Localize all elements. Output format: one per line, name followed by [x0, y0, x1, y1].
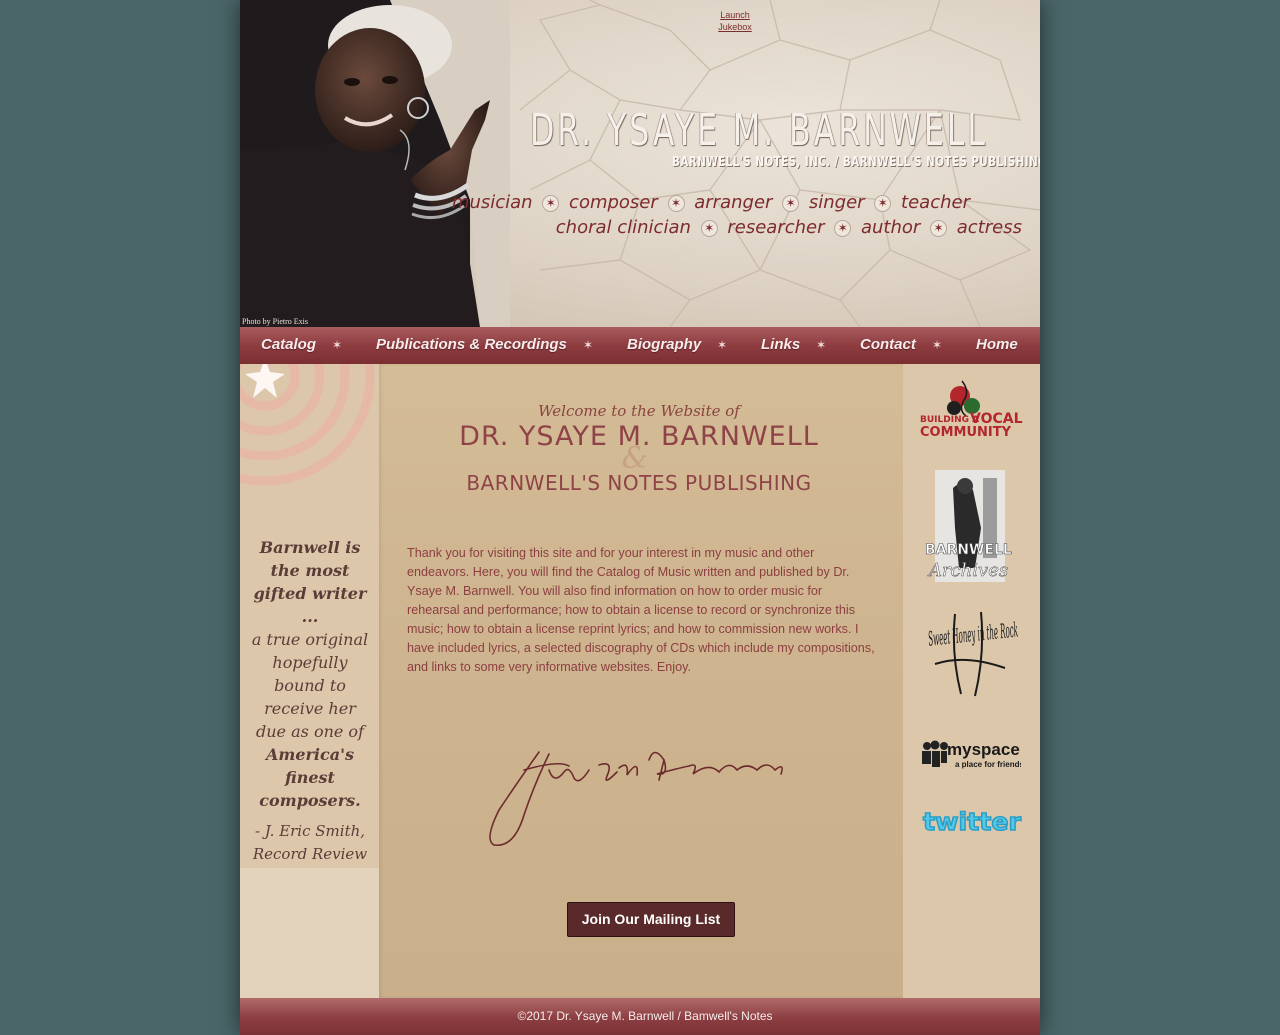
twitter-logo: twitter	[922, 807, 1022, 837]
intro-paragraph: Thank you for visiting this site and for…	[407, 546, 875, 674]
left-sidebar-lower	[240, 868, 379, 998]
role-choral-clinician: choral clinician	[555, 217, 691, 238]
nav-biography[interactable]: Biography	[627, 336, 701, 353]
myspace-wordmark: myspace	[947, 740, 1020, 759]
star-separator-icon: ✶	[542, 195, 560, 212]
nav-publications-recordings[interactable]: Publications & Recordings	[376, 336, 567, 353]
star-separator-icon: ✶	[834, 220, 852, 237]
twitter-link[interactable]: twitter	[921, 807, 1025, 843]
main-content: Welcome to the Website of & DR. YSAYE M.…	[379, 364, 903, 998]
myspace-link[interactable]: myspace a place for friends	[921, 740, 1024, 775]
signature-image	[489, 751, 783, 846]
site-subtitle: BARNWELL'S NOTES, INC. / BARNWELL'S NOTE…	[672, 155, 1040, 170]
roles-line-1: musician ✶ composer ✶ arranger ✶ singer …	[430, 192, 970, 213]
copyright-text: ©2017 Dr. Ysaye M. Barnwell / Bamwell's …	[517, 1009, 773, 1023]
nav-star-icon: ✶	[332, 338, 343, 352]
archives-graphic: BARNWELL Archives	[925, 470, 1012, 582]
myspace-logo: myspace a place for friends	[922, 740, 1024, 769]
site-title: DR. YSAYE M. BARNWELL	[530, 105, 988, 156]
star-separator-icon: ✶	[782, 195, 800, 212]
portrait-photo	[240, 0, 510, 327]
archives-line1: BARNWELL	[925, 542, 1012, 558]
nav-star-icon: ✶	[583, 338, 594, 352]
jukebox-line1[interactable]: Launch	[710, 9, 760, 21]
star-separator-icon: ✶	[700, 220, 718, 237]
left-sidebar: Barnwell is the most gifted writer ... a…	[240, 364, 379, 998]
vocal-community-emblem: BUILDING A VOCAL COMMUNITY	[920, 380, 1023, 440]
bvc-line2: COMMUNITY	[920, 425, 1012, 436]
launch-jukebox-link[interactable]: Launch Jukebox	[710, 9, 760, 33]
myspace-tagline: a place for friends	[955, 760, 1021, 769]
testimonial-quote: Barnwell is the most gifted writer ... a…	[248, 536, 372, 889]
welcome-heading: Welcome to the Website of	[538, 402, 740, 420]
role-author: author	[860, 217, 921, 238]
role-teacher: teacher	[901, 192, 970, 213]
page: Photo by Pietro Exis Launch Jukebox DR. …	[240, 0, 1040, 1035]
role-composer: composer	[569, 192, 658, 213]
quote-body: a true original hopefully bound to recei…	[251, 630, 369, 741]
nav-contact[interactable]: Contact	[860, 336, 916, 353]
right-sidebar: BUILDING A VOCAL COMMUNITY BARNWELL Arch…	[903, 364, 1040, 998]
role-actress: actress	[956, 217, 1022, 238]
nav-catalog[interactable]: Catalog	[261, 336, 316, 353]
name-heading: DR. YSAYE M. BARNWELL	[459, 421, 819, 452]
nav-star-icon: ✶	[816, 338, 827, 352]
roles-line-2: choral clinician ✶ researcher ✶ author ✶…	[482, 217, 1022, 238]
role-musician: musician	[451, 192, 533, 213]
nav-star-icon: ✶	[717, 338, 728, 352]
star-separator-icon: ✶	[667, 195, 685, 212]
publishing-heading: BARNWELL'S NOTES PUBLISHING	[466, 471, 812, 495]
role-singer: singer	[808, 192, 865, 213]
star-icon	[245, 364, 285, 398]
star-separator-icon: ✶	[874, 195, 892, 212]
jukebox-line2[interactable]: Jukebox	[710, 21, 760, 33]
quote-highlight-1: Barnwell is the most gifted writer ...	[253, 538, 367, 626]
archives-line2: Archives	[927, 560, 1008, 581]
sweet-honey-text: Sweet Honey in the Rock	[927, 617, 1019, 650]
footer: ©2017 Dr. Ysaye M. Barnwell / Bamwell's …	[240, 998, 1040, 1035]
photo-credit: Photo by Pietro Exis	[242, 317, 309, 326]
star-separator-icon: ✶	[930, 220, 948, 237]
sweet-honey-emblem: Sweet Honey in the Rock	[927, 611, 1019, 697]
join-mailing-list-button[interactable]: Join Our Mailing List	[567, 902, 735, 937]
nav-links[interactable]: Links	[761, 336, 800, 353]
twitter-wordmark: twitter	[923, 808, 1021, 836]
header-banner: Photo by Pietro Exis Launch Jukebox DR. …	[240, 0, 1040, 327]
main-nav: Catalog ✶ Publications & Recordings ✶ Bi…	[240, 327, 1040, 364]
role-arranger: arranger	[694, 192, 773, 213]
building-vocal-community-logo[interactable]: BUILDING A VOCAL COMMUNITY	[920, 376, 1024, 441]
nav-home[interactable]: Home	[976, 336, 1018, 353]
concentric-circles-decoration	[240, 364, 375, 486]
quote-highlight-2: America's finest composers.	[259, 745, 361, 810]
barnwell-archives-link[interactable]: BARNWELL Archives	[923, 468, 1021, 586]
nav-star-icon: ✶	[932, 338, 943, 352]
role-researcher: researcher	[727, 217, 825, 238]
sweet-honey-logo[interactable]: Sweet Honey in the Rock	[925, 604, 1019, 705]
